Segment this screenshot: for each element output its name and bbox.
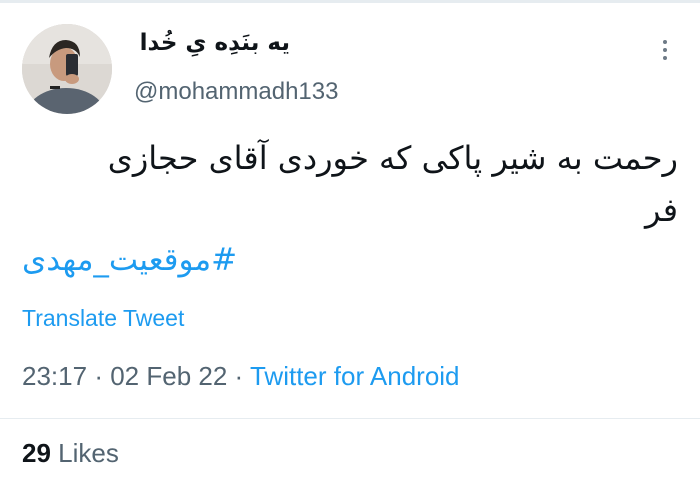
stats-divider — [0, 418, 700, 419]
author-handle[interactable]: @mohammadh133 — [134, 78, 338, 106]
tweet-text: رحمت به شیر پاکی که خوردی آقای حجازی فر — [18, 132, 678, 236]
tweet-time[interactable]: 23:17 — [22, 361, 87, 391]
likes-count: 29 — [22, 438, 51, 468]
more-dot — [663, 40, 667, 44]
tweet-source-link[interactable]: Twitter for Android — [250, 361, 460, 391]
tweet-card: یه بنَدِه یِ خُدا @mohammadh133 رحمت به … — [0, 0, 700, 488]
hashtag-link[interactable]: #موقعیت_مهدی — [22, 242, 237, 278]
avatar-photo — [22, 24, 112, 114]
more-vertical-icon[interactable] — [655, 40, 675, 66]
tweet-text-line-2: فر — [645, 191, 678, 229]
top-divider — [0, 0, 700, 3]
translate-tweet-link[interactable]: Translate Tweet — [22, 305, 184, 332]
more-dot — [663, 48, 667, 52]
meta-separator: · — [94, 361, 103, 391]
likes-stat[interactable]: 29 Likes — [22, 438, 119, 469]
meta-separator: · — [234, 361, 244, 391]
tweet-date[interactable]: 02 Feb 22 — [110, 361, 227, 391]
likes-label: Likes — [58, 438, 119, 468]
avatar[interactable] — [22, 24, 112, 114]
more-dot — [663, 56, 667, 60]
tweet-text-line-1: رحمت به شیر پاکی که خوردی آقای حجازی — [107, 139, 678, 177]
author-display-name[interactable]: یه بنَدِه یِ خُدا — [140, 30, 290, 56]
tweet-meta: 23:17 · 02 Feb 22 · Twitter for Android — [22, 361, 460, 392]
